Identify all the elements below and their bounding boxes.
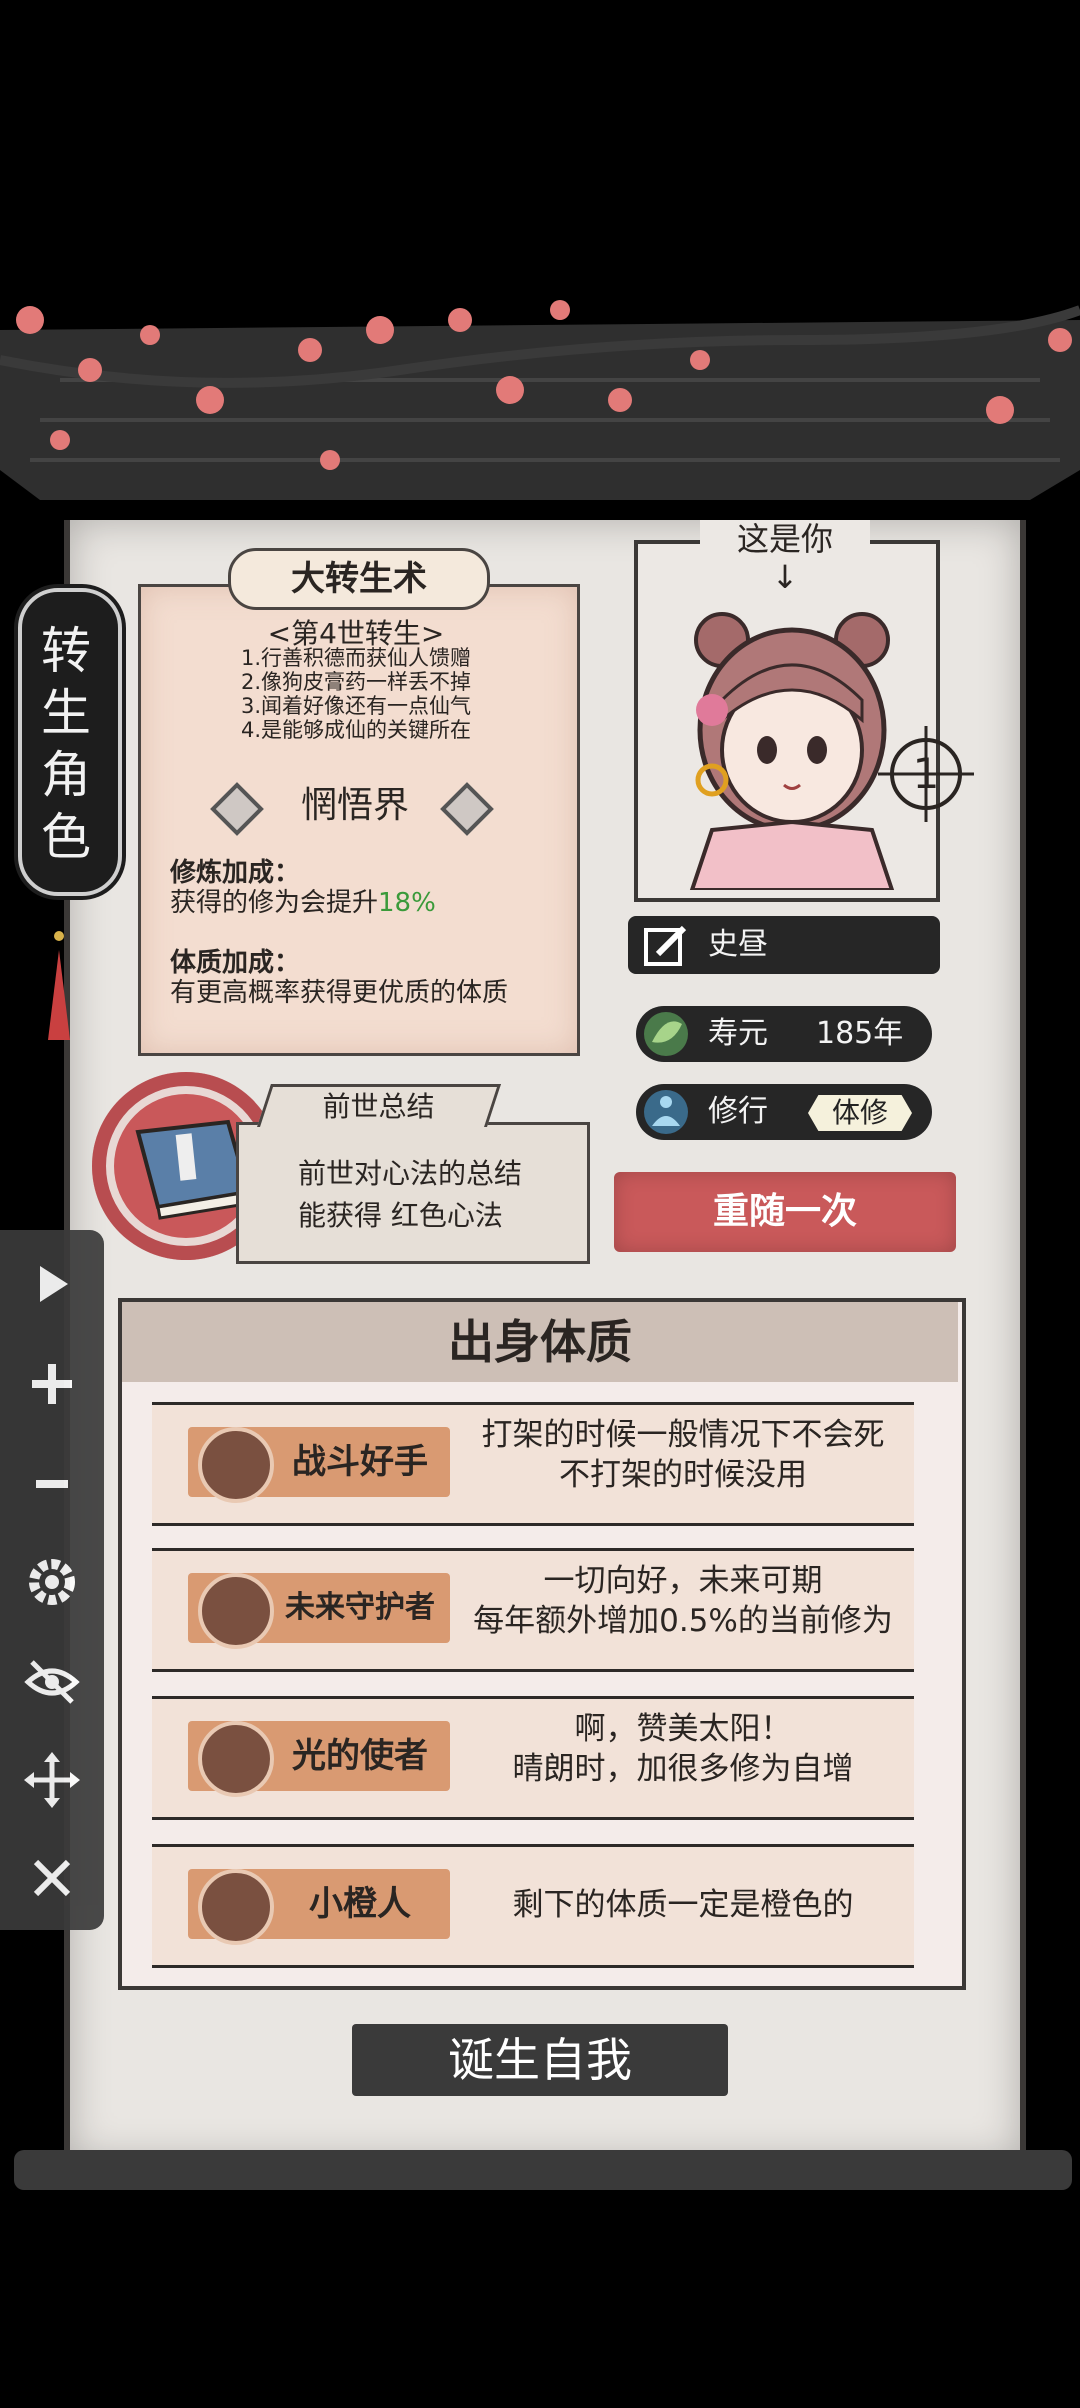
tab-reborn-character-label: 转生角色 [41, 622, 91, 866]
roof-decoration [0, 300, 1080, 500]
edit-icon[interactable] [642, 922, 690, 970]
character-avatar[interactable] [672, 600, 912, 890]
trait-row[interactable]: 光的使者 啊，赞美太阳！ 晴朗时，加很多修为自增 [152, 1696, 914, 1820]
badge-number: 1 [913, 749, 940, 798]
move-icon[interactable] [22, 1750, 82, 1810]
meditation-icon [644, 1090, 688, 1134]
trait-name: 光的使者 [292, 1736, 428, 1776]
trait-name: 战斗好手 [292, 1442, 428, 1482]
gear-icon[interactable] [22, 1552, 82, 1612]
traits-title: 出身体质 [448, 1315, 632, 1369]
floating-toolbar [0, 1230, 104, 1930]
play-icon[interactable] [22, 1254, 82, 1314]
trait-name: 未来守护者 [285, 1590, 435, 1625]
rebirth-rule: 3.闻着好像还有一点仙气 [240, 694, 472, 718]
lifespan-bar: 寿元 185年 [636, 1006, 932, 1062]
crosshair-badge-icon: 1 [878, 726, 974, 822]
plus-icon[interactable] [22, 1354, 82, 1414]
close-icon[interactable] [22, 1848, 82, 1908]
constitution-bonus-text: 有更高概率获得更优质的体质 [170, 978, 509, 1008]
practice-type-tag: 体修 [808, 1095, 912, 1131]
tassel-decoration [48, 931, 70, 1040]
practice-bar: 修行 体修 [636, 1084, 932, 1140]
past-life-tab: 前世总结 [257, 1084, 501, 1127]
cultivation-bonus-value: 18% [378, 888, 436, 918]
character-name-bar[interactable]: 史昼 [628, 916, 940, 974]
trait-row[interactable]: 小橙人 剩下的体质一定是橙色的 [152, 1844, 914, 1968]
scroll-icon [198, 1869, 274, 1945]
fist-icon [198, 1427, 274, 1503]
trait-row[interactable]: 未来守护者 一切向好，未来可期 每年额外增加0.5%的当前修为 [152, 1548, 914, 1672]
lifespan-value: 185年 [816, 1016, 904, 1051]
past-life-card [236, 1122, 590, 1264]
practice-label: 修行 [708, 1094, 768, 1129]
realm-name: 惘悟界 [300, 785, 409, 826]
trait-description: 打架的时候一般情况下不会死 不打架的时候没用 [481, 1417, 885, 1493]
rebirth-rule: 2.像狗皮膏药一样丢不掉 [240, 670, 472, 694]
minus-icon[interactable] [22, 1454, 82, 1514]
past-life-line: 能获得 红色心法 [298, 1199, 503, 1232]
portrait-caption: 这是你 [700, 520, 870, 558]
trait-name: 小橙人 [309, 1884, 411, 1924]
rebirth-rule: 1.行善积德而获仙人馈赠 [240, 646, 472, 670]
fist-icon [198, 1721, 274, 1797]
be-born-button[interactable]: 诞生自我 [352, 2024, 728, 2096]
trait-description: 一切向好，未来可期 每年额外增加0.5%的当前修为 [473, 1563, 893, 1639]
past-life-line: 前世对心法的总结 [298, 1157, 523, 1190]
trait-row[interactable]: 战斗好手 打架的时候一般情况下不会死 不打架的时候没用 [152, 1402, 914, 1526]
rebirth-title: 大转生术 [228, 548, 490, 610]
trait-description: 剩下的体质一定是橙色的 [512, 1887, 854, 1923]
reroll-button[interactable]: 重随一次 [614, 1172, 956, 1252]
lifespan-label: 寿元 [708, 1016, 768, 1051]
leaf-icon [644, 1012, 688, 1056]
fist-icon [198, 1573, 274, 1649]
character-name: 史昼 [708, 927, 768, 962]
trait-description: 啊，赞美太阳！ 晴朗时，加很多修为自增 [512, 1711, 854, 1787]
scroll-bottom-rod [14, 2150, 1072, 2190]
rebirth-rule: 4.是能够成仙的关键所在 [240, 718, 472, 742]
eye-off-icon[interactable] [22, 1652, 82, 1712]
cultivation-bonus-text: 获得的修为会提升18% [170, 888, 436, 918]
arrow-down-icon: ↓ [771, 558, 799, 596]
